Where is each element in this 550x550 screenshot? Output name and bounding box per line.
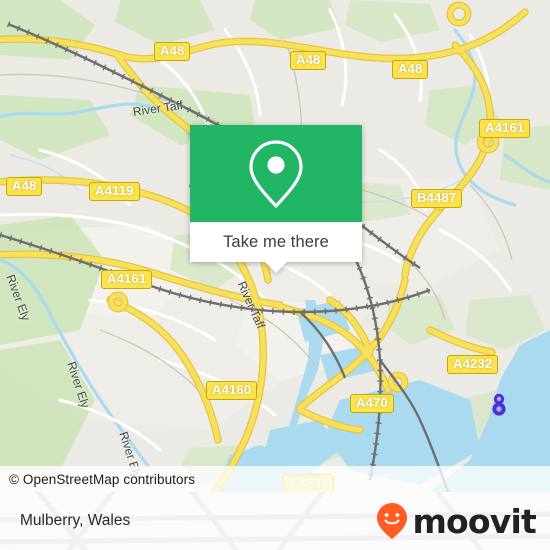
card-icon-area (190, 125, 362, 222)
road-shield: A48 (6, 177, 43, 196)
road-shield: A4232 (447, 355, 499, 374)
moovit-logo[interactable]: moovit (374, 501, 537, 541)
road-shield: B4487 (411, 189, 463, 208)
road-shield: A4161 (101, 270, 153, 289)
location-title: Mulberry, Wales (20, 512, 131, 529)
moovit-map-screen: A48 A48 A48 A4161 A48 A4119 B4487 A4161 A4232 A41… (0, 0, 550, 550)
moovit-pin-icon (377, 503, 408, 539)
card-action-area[interactable]: Take me there (190, 222, 362, 273)
take-me-there-label: Take me there (223, 232, 329, 251)
road-shield: A48 (290, 51, 327, 70)
card-pointer-tail (265, 262, 287, 273)
road-shield: A4160 (206, 381, 258, 400)
poi-marker-icon[interactable] (490, 392, 508, 418)
footer-bar: Mulberry, Wales moovit (0, 492, 550, 550)
road-shield: A4119 (89, 182, 140, 201)
moovit-wordmark: moovit (412, 501, 536, 541)
map-attribution-bar: © OpenStreetMap contributors (0, 466, 550, 492)
road-shield: A48 (154, 42, 191, 61)
attribution-text: © OpenStreetMap contributors (9, 471, 196, 487)
take-me-there-card[interactable]: Take me there (190, 125, 362, 273)
map-pin-icon (249, 139, 303, 208)
road-shield: A470 (350, 394, 394, 413)
road-shield: A48 (392, 60, 429, 79)
road-shield: A4161 (479, 119, 531, 138)
